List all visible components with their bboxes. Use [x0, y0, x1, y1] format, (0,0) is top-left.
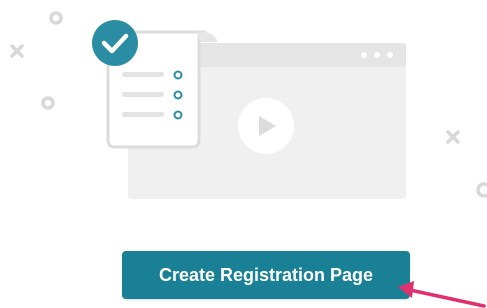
create-registration-page-button[interactable]: Create Registration Page [122, 251, 410, 299]
dots-menu-icon [361, 52, 393, 58]
decor-circle [476, 182, 487, 198]
decor-circle [49, 11, 63, 25]
decor-circle [41, 96, 55, 110]
check-icon [92, 20, 138, 66]
play-icon [238, 98, 294, 154]
decor-x-mark [446, 130, 460, 144]
decor-x-mark [10, 44, 24, 58]
registration-illustration [10, 11, 487, 199]
arrow-pointer-icon [398, 281, 486, 308]
